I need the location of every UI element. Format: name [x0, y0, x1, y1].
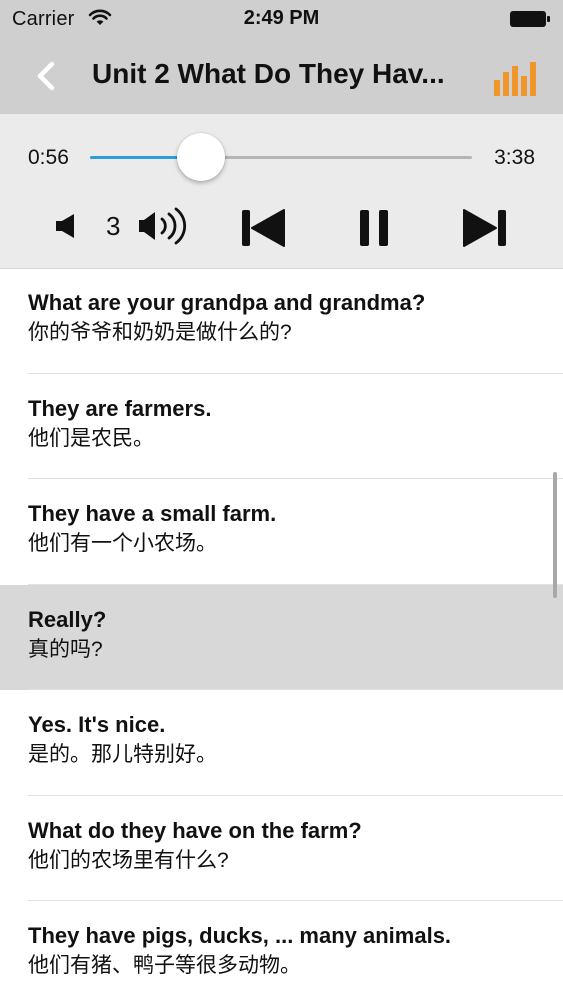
- sentence-row[interactable]: They have pigs, ducks, ... many animals.…: [0, 901, 563, 1000]
- sentence-english: What are your grandpa and grandma?: [28, 290, 426, 315]
- sentence-row[interactable]: What do they have on the farm? 他们的农场里有什么…: [0, 796, 563, 901]
- equalizer-icon[interactable]: [493, 60, 537, 96]
- sentence-english: Yes. It's nice.: [28, 712, 166, 737]
- sentence-row[interactable]: They have a small farm. 他们有一个小农场。: [0, 479, 563, 585]
- sentence-chinese: 他们有一个小农场。: [28, 532, 217, 555]
- sentence-list: What are your grandpa and grandma? 你的爷爷和…: [0, 268, 563, 1000]
- volume-down-icon[interactable]: [54, 212, 82, 240]
- sentence-chinese: 他们是农民。: [28, 426, 154, 450]
- sentence-chinese: 你的爷爷和奶奶是做什么的?: [28, 321, 292, 344]
- progress-thumb[interactable]: [176, 133, 225, 181]
- app-screen: Carrier 2:49 PM Unit 2 What Do They Hav.…: [0, 0, 563, 1000]
- sentence-chinese: 真的吗?: [28, 637, 103, 661]
- pause-icon[interactable]: [358, 208, 390, 248]
- next-track-icon[interactable]: [462, 208, 508, 248]
- status-bar: Carrier 2:49 PM: [0, 0, 563, 38]
- audio-player: 0:56 3:38 3: [0, 114, 563, 269]
- page-title: Unit 2 What Do They Hav...: [92, 58, 445, 89]
- sentence-english: They have pigs, ducks, ... many animals.: [28, 923, 452, 948]
- scroll-indicator[interactable]: [553, 472, 557, 598]
- battery-icon: [510, 11, 550, 27]
- sentence-row[interactable]: What are your grandpa and grandma? 你的爷爷和…: [0, 268, 563, 374]
- elapsed-time: 0:56: [28, 146, 69, 169]
- sentence-row[interactable]: They are farmers. 他们是农民。: [0, 374, 563, 479]
- sentence-row[interactable]: Yes. It's nice. 是的。那儿特别好。: [0, 690, 563, 796]
- total-time: 3:38: [494, 146, 535, 169]
- volume-level: 3: [106, 211, 121, 241]
- previous-track-icon[interactable]: [240, 208, 286, 248]
- sentence-chinese: 他们的农场里有什么?: [28, 848, 229, 872]
- volume-up-icon[interactable]: [138, 206, 190, 246]
- sentence-english: What do they have on the farm?: [28, 817, 362, 843]
- status-time: 2:49 PM: [243, 7, 320, 29]
- sentence-english: Really?: [28, 606, 107, 632]
- sentence-row[interactable]: Really? 真的吗?: [0, 584, 563, 690]
- sentence-chinese: 是的。那儿特别好。: [28, 743, 217, 766]
- sentence-english: They have a small farm.: [28, 501, 277, 526]
- progress-slider[interactable]: [90, 133, 472, 181]
- sentence-chinese: 他们有猪、鸭子等很多动物。: [28, 954, 301, 977]
- navigation-bar: Unit 2 What Do They Hav...: [0, 38, 563, 114]
- sentence-english: They are farmers.: [28, 395, 212, 421]
- chevron-left-icon[interactable]: [32, 60, 60, 92]
